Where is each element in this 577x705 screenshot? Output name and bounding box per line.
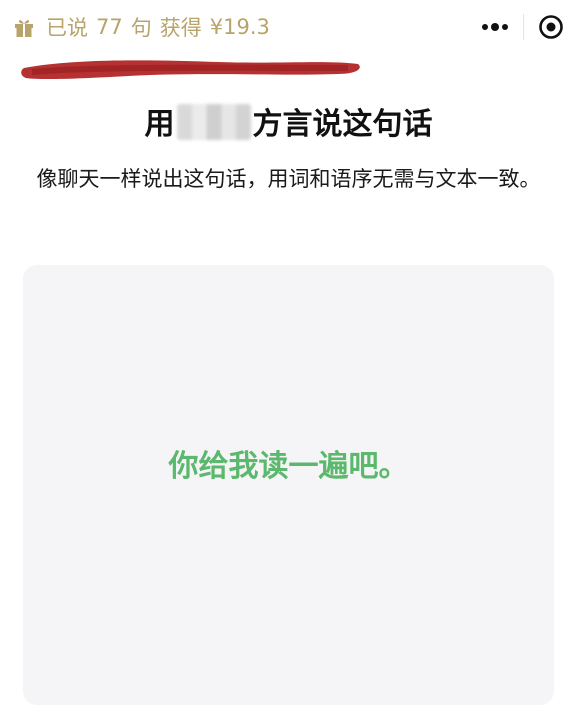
earned-amount: ¥19.3: [209, 15, 270, 39]
task-instruction: 像聊天一样说出这句话，用词和语序无需与文本一致。: [36, 167, 541, 191]
sentence-unit: 句: [130, 16, 152, 40]
gift-icon: [15, 20, 33, 37]
blurred-dialect-name: [176, 104, 251, 140]
top-bar: 已说 77 句 获得 ¥19.3: [0, 0, 577, 56]
redaction-mark: [21, 60, 360, 80]
earn-prefix: 已说: [46, 16, 88, 40]
title-suffix: 方言说这句话: [252, 107, 433, 142]
close-button[interactable]: [524, 5, 577, 49]
earned-label: 获得: [159, 16, 202, 40]
task-title: 用 方言说这句话: [0, 104, 577, 146]
more-button[interactable]: [467, 5, 523, 49]
earnings-summary[interactable]: 已说 77 句 获得 ¥19.3: [12, 12, 270, 42]
target-close-icon: [538, 15, 563, 39]
more-dots-icon: [482, 23, 508, 31]
sentence-count: 77: [96, 15, 123, 39]
miniprogram-capsule: [467, 5, 577, 49]
prompt-sentence: 你给我读一遍吧。: [168, 449, 409, 484]
title-prefix: 用: [144, 107, 175, 142]
